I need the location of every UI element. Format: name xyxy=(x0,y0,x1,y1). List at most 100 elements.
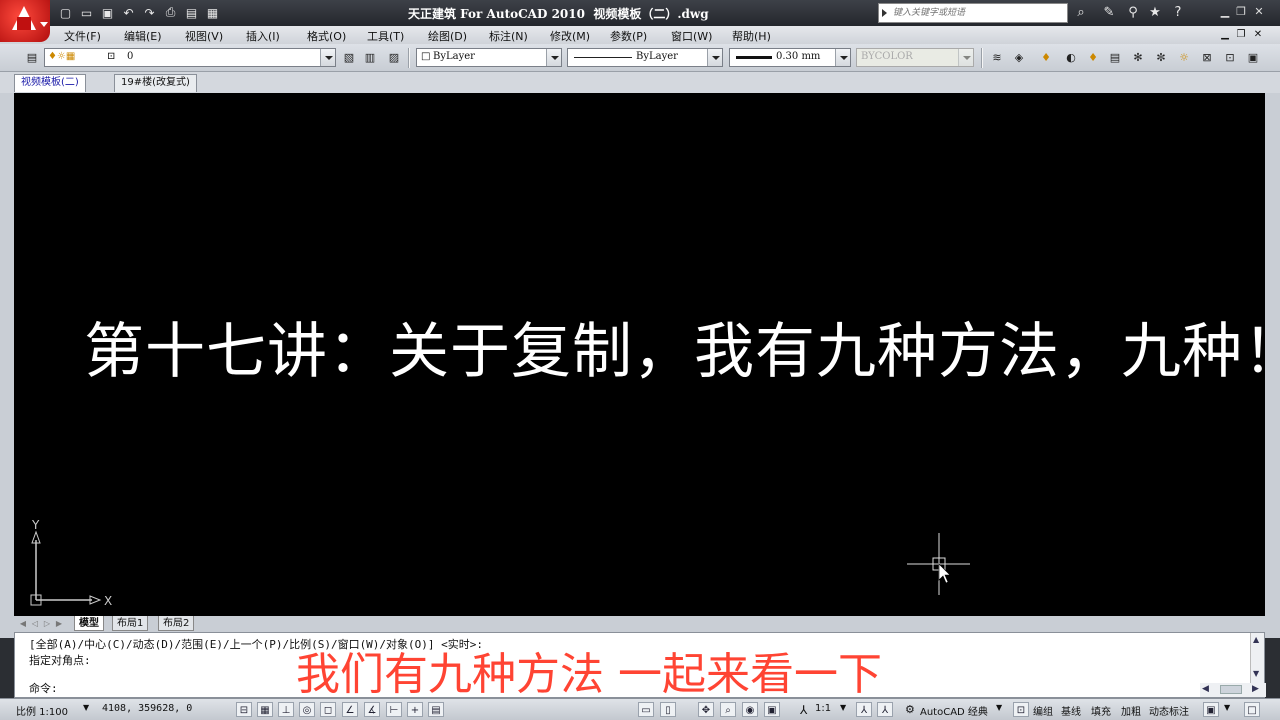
status-button-group[interactable]: 编组 xyxy=(1033,703,1053,718)
scale-indicator[interactable]: 比例 1:100 xyxy=(16,703,68,718)
annotation-scale-icon[interactable]: ⅄ xyxy=(800,703,807,717)
annotation-visibility-icon[interactable]: ⅄ xyxy=(856,702,872,717)
make-current-layer-icon[interactable]: ▧ xyxy=(341,50,357,66)
workspace-icon[interactable]: ▦ xyxy=(203,3,222,22)
layer-walk-icon[interactable]: ◈ xyxy=(1011,50,1027,66)
command-hscrollbar[interactable]: ◀ ▶ xyxy=(1200,683,1266,697)
linetype-select[interactable]: ByLayer xyxy=(567,48,723,67)
scroll-down-icon[interactable]: ▼ xyxy=(1253,669,1259,678)
chevron-down-icon[interactable]: ▼ xyxy=(996,703,1002,712)
menu-modify[interactable]: 修改(M) xyxy=(550,28,590,44)
layer-manager-icon[interactable]: ▤ xyxy=(24,50,40,66)
chevron-down-icon[interactable] xyxy=(320,49,335,66)
antenna-icon[interactable]: ⚲ xyxy=(1124,4,1142,22)
menu-parametric[interactable]: 参数(P) xyxy=(610,28,647,44)
chevron-down-icon[interactable] xyxy=(707,49,722,66)
chevron-down-icon[interactable] xyxy=(546,49,561,66)
new-icon[interactable]: ▢ xyxy=(56,3,75,22)
prev-layout-icon[interactable]: ◁ xyxy=(30,618,40,629)
publish-icon[interactable]: ▤ xyxy=(182,3,201,22)
undo-icon[interactable]: ↶ xyxy=(119,3,138,22)
scroll-up-icon[interactable]: ▲ xyxy=(1253,635,1259,644)
tab-layout2[interactable]: 布局2 xyxy=(158,616,195,631)
last-layout-icon[interactable]: ▶ xyxy=(54,618,64,629)
next-layout-icon[interactable]: ▷ xyxy=(42,618,52,629)
wrench-icon[interactable]: ✎ xyxy=(1100,4,1118,22)
lightbulb-icon[interactable]: ♦ xyxy=(1038,50,1054,66)
menu-edit[interactable]: 编辑(E) xyxy=(124,28,162,44)
zoom-icon[interactable]: ⌕ xyxy=(720,702,736,717)
menu-draw[interactable]: 绘图(D) xyxy=(428,28,467,44)
otrack-icon[interactable]: ∡ xyxy=(364,702,380,717)
model-space-icon[interactable]: ▭ xyxy=(638,702,654,717)
polar-icon[interactable]: ◻ xyxy=(320,702,336,717)
open-icon[interactable]: ▭ xyxy=(77,3,96,22)
menu-insert[interactable]: 插入(I) xyxy=(246,28,280,44)
search-input[interactable] xyxy=(893,6,1063,20)
doc-minimize-icon[interactable]: ▁ xyxy=(1219,29,1231,41)
search-box[interactable] xyxy=(878,3,1068,23)
menu-file[interactable]: 文件(F) xyxy=(64,28,101,44)
application-menu-button[interactable] xyxy=(0,0,50,42)
lineweight-select[interactable]: 0.30 mm xyxy=(729,48,851,67)
steering-wheel-icon[interactable]: ◉ xyxy=(742,702,758,717)
scroll-right-icon[interactable]: ▶ xyxy=(1252,684,1259,694)
grid-icon[interactable]: ▦ xyxy=(257,702,273,717)
layer-select[interactable]: ♦☼▦ ⊡ 0 xyxy=(44,48,336,67)
layer-off-icon[interactable]: ♦ xyxy=(1085,50,1101,66)
dyn-icon[interactable]: + xyxy=(407,702,423,717)
star-icon[interactable]: ★ xyxy=(1146,4,1164,22)
close-icon[interactable]: ✕ xyxy=(1252,5,1266,19)
lock-icon[interactable]: ⊠ xyxy=(1199,50,1215,66)
color-select[interactable]: □ ByLayer xyxy=(416,48,562,67)
fullscreen-icon[interactable]: □ xyxy=(1244,702,1260,717)
chevron-down-icon[interactable]: ▼ xyxy=(83,703,89,712)
infer-constraints-icon[interactable]: ⊟ xyxy=(236,702,252,717)
pan-icon[interactable]: ✥ xyxy=(698,702,714,717)
drawing-canvas[interactable]: 第十七讲：关于复制，我有九种方法，九种！ Y X xyxy=(14,93,1280,616)
workspace-switch[interactable]: AutoCAD 经典 xyxy=(920,703,988,718)
gear-icon[interactable]: ⚙ xyxy=(905,703,915,716)
doc-restore-icon[interactable]: ❐ xyxy=(1235,29,1247,41)
annotation-scale[interactable]: 1:1 xyxy=(815,703,831,714)
status-button-baseline[interactable]: 基线 xyxy=(1061,703,1081,718)
chevron-down-icon[interactable] xyxy=(835,49,850,66)
menu-format[interactable]: 格式(O) xyxy=(307,28,346,44)
help-icon[interactable]: ? xyxy=(1169,4,1187,22)
layers-icon[interactable]: ≋ xyxy=(989,50,1005,66)
save-icon[interactable]: ▣ xyxy=(98,3,117,22)
redo-icon[interactable]: ↷ xyxy=(140,3,159,22)
chevron-down-icon[interactable]: ▼ xyxy=(1224,703,1230,712)
showmotion-icon[interactable]: ▣ xyxy=(764,702,780,717)
sun-icon[interactable]: ☼ xyxy=(1176,50,1192,66)
lineweight-display-icon[interactable]: ▤ xyxy=(428,702,444,717)
search-expand-icon[interactable] xyxy=(882,9,887,17)
scroll-left-icon[interactable]: ◀ xyxy=(1202,684,1209,694)
clean-screen-icon[interactable]: ▣ xyxy=(1203,702,1219,717)
plot-icon[interactable]: ⎙ xyxy=(161,3,180,22)
tab-model[interactable]: 模型 xyxy=(74,616,104,631)
chevron-down-icon[interactable]: ▼ xyxy=(840,703,846,712)
auto-scale-icon[interactable]: ⅄ xyxy=(877,702,893,717)
status-button-fill[interactable]: 填充 xyxy=(1091,703,1111,718)
menu-dimension[interactable]: 标注(N) xyxy=(489,28,528,44)
lock-toolbar-icon[interactable]: ⊡ xyxy=(1013,702,1029,717)
tab-layout1[interactable]: 布局1 xyxy=(112,616,149,631)
command-input-label[interactable]: 命令: xyxy=(29,680,58,696)
freeze-icon[interactable]: ✻ xyxy=(1130,50,1146,66)
binoculars-icon[interactable]: ⌕ xyxy=(1072,4,1090,22)
ortho-icon[interactable]: ◎ xyxy=(299,702,315,717)
layer-state-icon[interactable]: ▨ xyxy=(386,50,402,66)
snap-icon[interactable]: ⊥ xyxy=(278,702,294,717)
menu-help[interactable]: 帮助(H) xyxy=(732,28,771,44)
thaw-icon[interactable]: ✼ xyxy=(1153,50,1169,66)
tab-document-template[interactable]: 视频模板(二) xyxy=(14,74,86,92)
layout-space-icon[interactable]: ▯ xyxy=(660,702,676,717)
command-scrollbar[interactable]: ▲ ▼ xyxy=(1250,633,1264,683)
minimize-icon[interactable]: ▁ xyxy=(1218,5,1232,19)
hscroll-thumb[interactable] xyxy=(1220,685,1242,694)
layer-previous-icon[interactable]: ▥ xyxy=(362,50,378,66)
menu-view[interactable]: 视图(V) xyxy=(185,28,223,44)
layer-isolate-icon[interactable]: ◐ xyxy=(1063,50,1079,66)
menu-tools[interactable]: 工具(T) xyxy=(367,28,404,44)
